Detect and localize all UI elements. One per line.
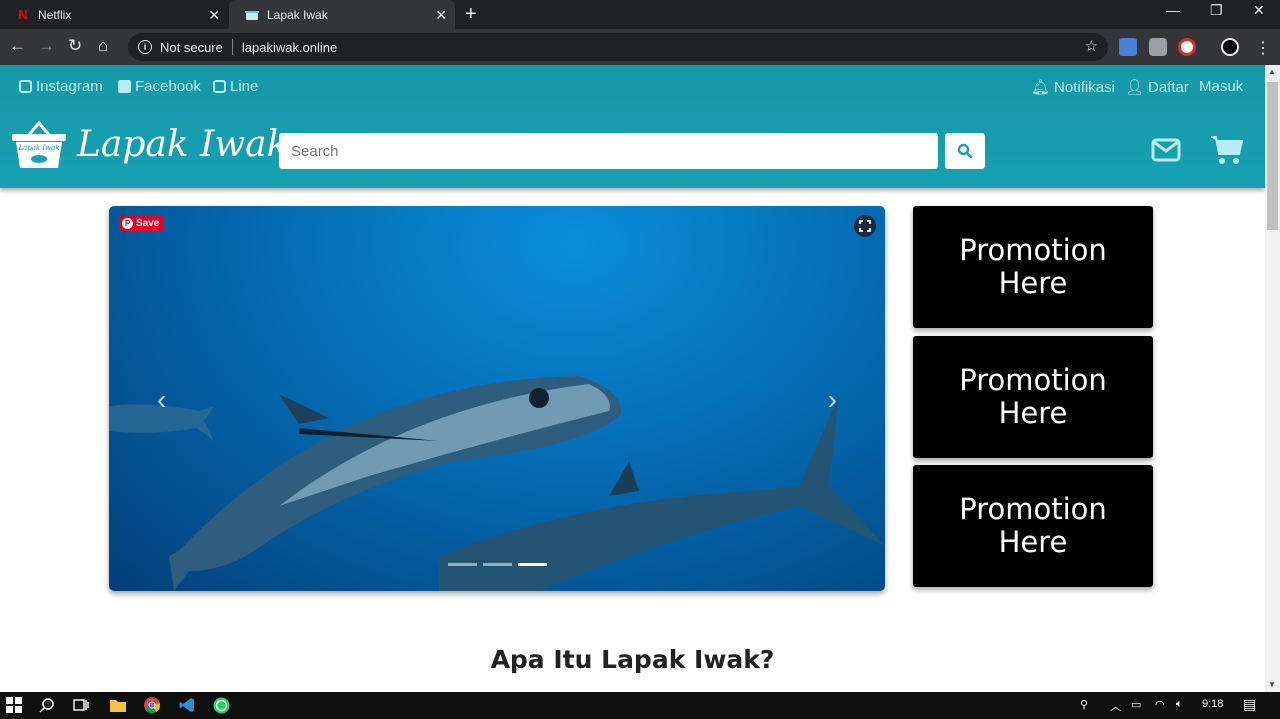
minimize-icon[interactable]: — [1166, 2, 1180, 18]
user-icon: 👤︎ [1125, 79, 1145, 96]
facebook-icon [118, 80, 131, 93]
vscode-icon[interactable] [179, 697, 195, 718]
brand-name[interactable]: Lapak Iwak [77, 124, 288, 165]
line-label: Line [230, 78, 259, 95]
close-icon[interactable]: ✕ [208, 7, 220, 24]
hero-carousel[interactable]: P Save ‹ › [109, 206, 885, 591]
save-label: Save [136, 218, 160, 229]
divider [231, 39, 233, 55]
extension-red-icon[interactable] [1178, 38, 1196, 56]
url-text[interactable]: lapakiwak.online [242, 40, 337, 55]
wifi-icon[interactable]: ◠ [1155, 698, 1165, 711]
new-tab-button[interactable]: + [465, 3, 477, 26]
show-hidden-icons-chevron-icon[interactable]: ︿ [1110, 698, 1121, 714]
back-icon[interactable]: ← [9, 36, 26, 56]
social-link-instagram[interactable]: Instagram [19, 78, 103, 95]
login-label: Masuk [1199, 78, 1244, 95]
carousel-indicator-active[interactable] [518, 563, 547, 566]
logo-text: Lapak Iwak [17, 144, 59, 152]
carousel-indicator[interactable] [448, 563, 477, 566]
tab-netflix[interactable]: N Netflix ✕ [0, 0, 228, 29]
tab-lapak-iwak[interactable]: Lapak Iwak ✕ [229, 0, 455, 29]
register-link[interactable]: 👤︎ Daftar [1125, 78, 1189, 97]
carousel-prev-button[interactable]: ‹ [157, 384, 166, 416]
restore-icon[interactable]: ❐ [1210, 2, 1223, 19]
search-icon[interactable] [39, 697, 55, 718]
menu-icon[interactable]: ⋮ [1255, 38, 1271, 58]
social-link-line[interactable]: Line [213, 78, 258, 95]
search-icon [957, 143, 973, 159]
tuna-slide-image [109, 376, 885, 591]
whatsapp-icon[interactable] [213, 697, 230, 719]
login-link[interactable]: Masuk [1199, 78, 1243, 95]
volume-icon[interactable]: 🔈︎ [1176, 698, 1183, 711]
bookmark-star-icon[interactable]: ☆ [1085, 37, 1098, 55]
pinterest-icon: P [122, 218, 133, 229]
notification-label: Notifikasi [1054, 78, 1115, 96]
basket-logo-icon[interactable]: Lapak Iwak [10, 120, 68, 172]
file-explorer-icon[interactable] [109, 697, 127, 718]
instagram-label: Instagram [36, 78, 103, 95]
carousel-indicator[interactable] [483, 563, 512, 566]
task-view-icon[interactable] [73, 697, 89, 718]
clock[interactable]: 9:18 [1202, 698, 1223, 710]
search-input[interactable] [279, 133, 938, 169]
tab-title: Netflix [38, 7, 72, 22]
translate-extension-icon[interactable] [1119, 38, 1137, 56]
carousel-indicators [448, 563, 547, 566]
pinterest-save-button[interactable]: P Save [119, 216, 165, 231]
netflix-icon: N [18, 7, 28, 22]
social-link-facebook[interactable]: Facebook [118, 78, 201, 95]
fullscreen-icon[interactable] [854, 215, 876, 237]
chrome-icon[interactable] [144, 697, 161, 718]
reload-icon[interactable]: ↻ [68, 36, 82, 56]
mail-icon[interactable] [1151, 138, 1181, 167]
promotion-banner[interactable]: Promotion Here [913, 206, 1153, 328]
promotion-banner[interactable]: Promotion Here [913, 465, 1153, 587]
section-title: Apa Itu Lapak Iwak? [490, 645, 775, 674]
address-bar[interactable]: i Not secure lapakiwak.online ☆ [128, 33, 1108, 61]
home-icon[interactable]: ⌂ [98, 36, 108, 56]
scrollbar-thumb[interactable] [1267, 82, 1278, 230]
cart-icon[interactable] [1210, 134, 1244, 171]
scroll-up-icon[interactable]: ▲ [1268, 67, 1276, 76]
forward-icon[interactable]: → [38, 36, 55, 56]
bell-icon: 🔔︎ [1031, 79, 1051, 96]
start-icon[interactable] [6, 697, 22, 718]
promotion-banner[interactable]: Promotion Here [913, 336, 1153, 458]
instagram-icon [19, 80, 32, 93]
action-center-icon[interactable]: ▤ [1243, 696, 1256, 713]
lapak-iwak-favicon [245, 8, 259, 22]
register-label: Daftar [1148, 78, 1189, 96]
info-icon[interactable]: i [138, 40, 152, 54]
line-icon [213, 80, 226, 93]
scroll-down-icon[interactable]: ▼ [1268, 680, 1276, 689]
close-icon[interactable]: ✕ [435, 7, 447, 24]
camera-extension-icon[interactable] [1149, 38, 1167, 56]
carousel-next-button[interactable]: › [828, 384, 837, 416]
profile-icon[interactable] [1221, 38, 1239, 56]
battery-icon[interactable]: ▭ [1131, 698, 1141, 711]
browser-toolbar: ← → ↻ ⌂ i Not secure lapakiwak.online ☆ [0, 29, 1280, 65]
tab-title: Lapak Iwak [267, 7, 328, 22]
people-icon[interactable]: ⚲ [1080, 698, 1088, 711]
close-window-icon[interactable]: ✕ [1253, 2, 1265, 19]
search-button[interactable] [945, 133, 985, 169]
notification-link[interactable]: 🔔︎ Notifikasi [1031, 78, 1115, 97]
facebook-label: Facebook [135, 78, 201, 95]
security-label: Not secure [160, 39, 223, 55]
